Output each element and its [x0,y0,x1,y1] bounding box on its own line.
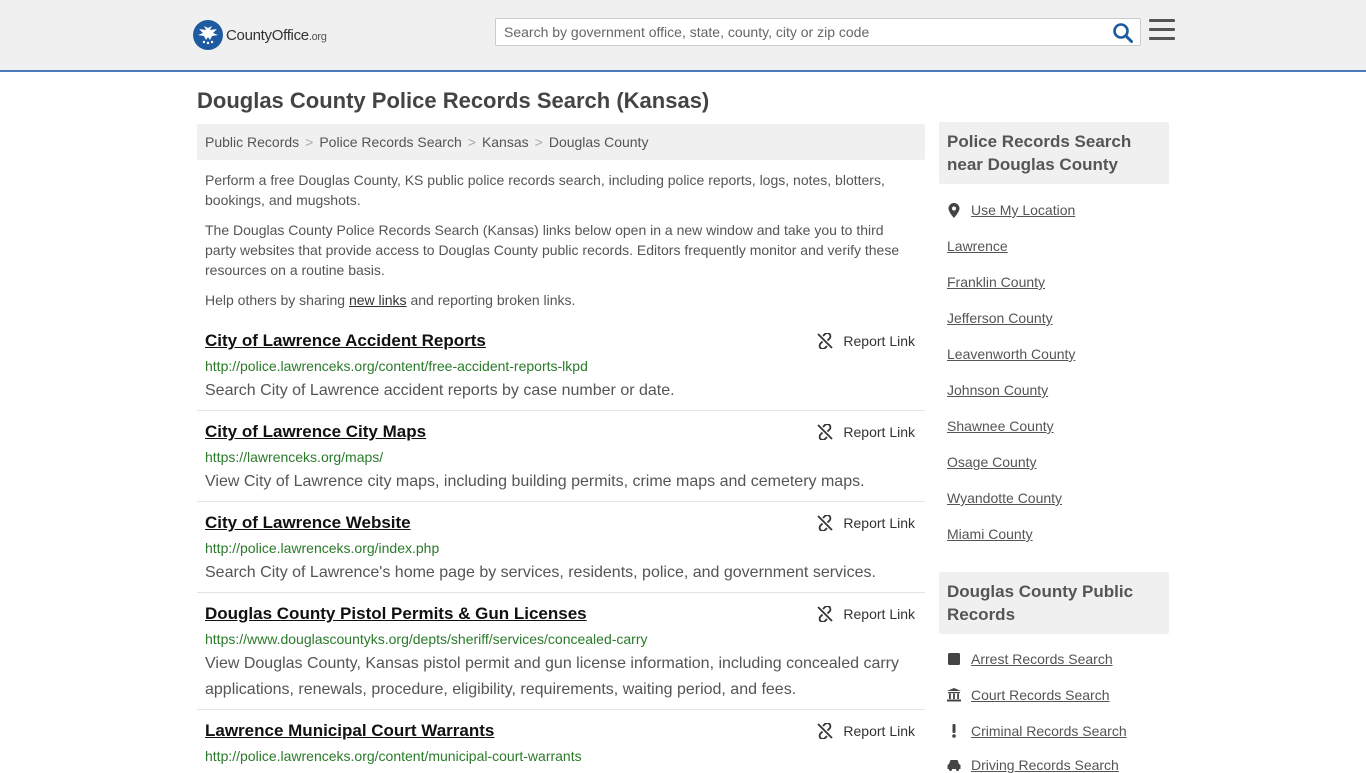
result-item: Lawrence Municipal Court Warrants Report… [197,721,925,768]
result-item: City of Lawrence Website Report Link htt… [197,513,925,593]
result-title-link[interactable]: City of Lawrence Website [205,513,411,533]
logo-text: CountyOffice.org [226,26,327,44]
intro-paragraph-3: Help others by sharing new links and rep… [205,292,576,308]
hamburger-menu-icon[interactable] [1149,19,1175,43]
sidebar-near-heading: Police Records Search near Douglas Count… [939,122,1169,184]
breadcrumb-separator: > [305,134,314,150]
report-link-button[interactable]: Report Link [817,606,915,622]
sidebar-criminal-records-link[interactable]: Criminal Records Search [947,723,1127,739]
car-icon [947,758,961,772]
breadcrumb-police-records-search[interactable]: Police Records Search [319,134,461,150]
result-title-link[interactable]: Douglas County Pistol Permits & Gun Lice… [205,604,587,624]
search-input[interactable] [496,19,1096,45]
report-link-button[interactable]: Report Link [817,333,915,349]
result-url: http://police.lawrenceks.org/index.php [205,540,440,556]
sidebar-near-link[interactable]: Lawrence [947,238,1008,254]
sidebar-public-heading: Douglas County Public Records [939,572,1169,634]
result-title-link[interactable]: Lawrence Municipal Court Warrants [205,721,494,741]
breadcrumb: Public Records > Police Records Search > Kan… [197,124,925,160]
courthouse-icon [947,688,961,702]
result-description: View City of Lawrence city maps, includi… [205,473,865,490]
new-links-link[interactable]: new links [349,292,407,308]
sidebar-near-link[interactable]: Jefferson County [947,310,1053,326]
site-header: CountyOffice.org [0,0,1366,72]
use-my-location-link[interactable]: Use My Location [947,202,1075,218]
search-icon[interactable] [1112,22,1134,44]
result-url: https://lawrenceks.org/maps/ [205,449,384,465]
result-item: City of Lawrence City Maps Report Link h… [197,422,925,502]
map-pin-icon [947,202,961,218]
sidebar-near-link[interactable]: Miami County [947,526,1033,542]
exclamation-icon [947,724,961,738]
result-item: Douglas County Pistol Permits & Gun Lice… [197,604,925,710]
site-logo[interactable]: CountyOffice.org [193,20,327,50]
result-title-link[interactable]: City of Lawrence Accident Reports [205,331,486,351]
broken-link-icon [817,424,834,440]
intro-paragraph-2: The Douglas County Police Records Search… [205,222,900,278]
result-url: http://police.lawrenceks.org/content/fre… [205,358,588,374]
breadcrumb-kansas[interactable]: Kansas [482,134,529,150]
result-description: Search City of Lawrence's home page by s… [205,564,876,581]
search-box [495,18,1141,46]
sidebar-near-link[interactable]: Leavenworth County [947,346,1075,362]
breadcrumb-douglas-county[interactable]: Douglas County [549,134,649,150]
broken-link-icon [817,606,834,622]
result-url: http://police.lawrenceks.org/content/mun… [205,748,582,764]
sidebar-near-link[interactable]: Franklin County [947,274,1045,290]
broken-link-icon [817,723,834,739]
result-item: City of Lawrence Accident Reports Report… [197,331,925,411]
sidebar-arrest-records-link[interactable]: Arrest Records Search [947,651,1113,667]
square-icon [947,652,961,666]
result-description: Search City of Lawrence accident reports… [205,382,675,399]
sidebar-court-records-link[interactable]: Court Records Search [947,687,1110,703]
sidebar-near-link[interactable]: Johnson County [947,382,1048,398]
sidebar-near-link[interactable]: Osage County [947,454,1037,470]
sidebar-near-link[interactable]: Wyandotte County [947,490,1062,506]
broken-link-icon [817,515,834,531]
result-title-link[interactable]: City of Lawrence City Maps [205,422,426,442]
broken-link-icon [817,333,834,349]
intro-paragraph-1: Perform a free Douglas County, KS public… [205,172,885,208]
report-link-button[interactable]: Report Link [817,424,915,440]
sidebar-driving-records-link[interactable]: Driving Records Search [947,757,1119,773]
report-link-button[interactable]: Report Link [817,723,915,739]
page-title: Douglas County Police Records Search (Ka… [197,88,710,113]
sidebar-near-link[interactable]: Shawnee County [947,418,1054,434]
result-description: View Douglas County, Kansas pistol permi… [205,655,900,698]
result-url: https://www.douglascountyks.org/depts/sh… [205,631,648,647]
report-link-button[interactable]: Report Link [817,515,915,531]
eagle-logo-icon [193,20,223,50]
breadcrumb-separator: > [534,134,543,150]
breadcrumb-public-records[interactable]: Public Records [205,134,299,150]
breadcrumb-separator: > [467,134,476,150]
